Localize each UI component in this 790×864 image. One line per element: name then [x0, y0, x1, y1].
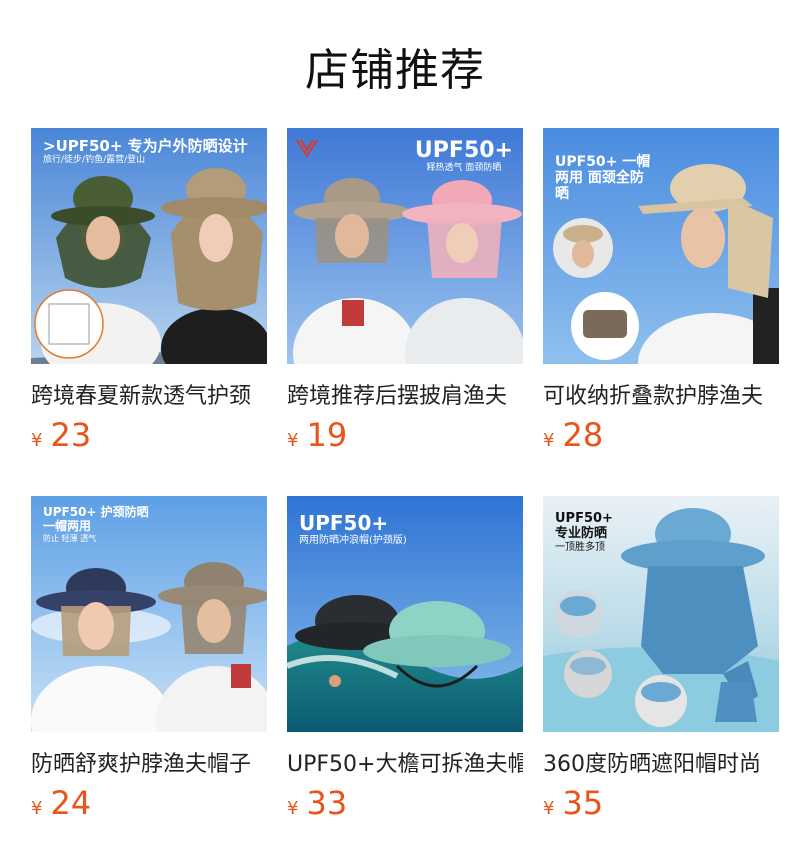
- price-value: 35: [562, 784, 604, 822]
- price-value: 28: [562, 416, 604, 454]
- product-badge-sub: 防止 轻薄 透气: [43, 533, 97, 543]
- currency-symbol: ¥: [543, 430, 555, 451]
- product-price: ¥35: [543, 784, 779, 822]
- product-image[interactable]: UPF50+ 专业防晒 一顶胜多顶: [543, 496, 779, 732]
- price-value: 23: [50, 416, 92, 454]
- product-card[interactable]: UPF50+ 两用防晒冲浪帽(护颈版) UPF50+大檐可拆渔夫帽 ¥33: [287, 496, 523, 822]
- price-value: 24: [50, 784, 92, 822]
- product-price: ¥33: [287, 784, 523, 822]
- section-title: 店铺推荐: [305, 45, 485, 96]
- product-name[interactable]: 跨境春夏新款透气护颈: [31, 378, 267, 410]
- product-image[interactable]: >UPF50+ 专为户外防晒设计 旅行/徒步/钓鱼/露营/登山: [31, 128, 267, 364]
- product-image[interactable]: UPF50+ 护颈防晒 一帽两用 防止 轻薄 透气: [31, 496, 267, 732]
- product-price: ¥23: [31, 416, 267, 454]
- product-name[interactable]: 360度防晒遮阳帽时尚: [543, 746, 779, 778]
- product-badge: UPF50+ 专业防晒: [555, 511, 613, 541]
- product-badge: UPF50+ 一帽两用 面颈全防晒: [555, 154, 651, 203]
- currency-symbol: ¥: [31, 430, 43, 451]
- currency-symbol: ¥: [543, 798, 555, 819]
- currency-symbol: ¥: [287, 430, 299, 451]
- price-value: 19: [306, 416, 348, 454]
- product-badge-sub: 一顶胜多顶: [555, 541, 605, 553]
- product-badge: UPF50+: [414, 138, 513, 163]
- product-card[interactable]: UPF50+ 一帽两用 面颈全防晒 可收纳折叠款护脖渔夫 ¥28: [543, 128, 779, 454]
- product-name[interactable]: 跨境推荐后摆披肩渔夫: [287, 378, 523, 410]
- product-card[interactable]: >UPF50+ 专为户外防晒设计 旅行/徒步/钓鱼/露营/登山 跨境春夏新款透气…: [31, 128, 267, 454]
- product-badge-sub: 两用防晒冲浪帽(护颈版): [299, 535, 407, 546]
- product-image[interactable]: UPF50+ 一帽两用 面颈全防晒: [543, 128, 779, 364]
- price-value: 33: [306, 784, 348, 822]
- product-name[interactable]: UPF50+大檐可拆渔夫帽: [287, 746, 523, 778]
- product-badge: UPF50+ 护颈防晒 一帽两用: [43, 505, 149, 533]
- product-badge-sub: 释热透气 面颈防晒: [426, 163, 502, 174]
- product-card[interactable]: UPF50+ 专业防晒 一顶胜多顶 360度防晒遮阳帽时尚 ¥35: [543, 496, 779, 822]
- currency-symbol: ¥: [31, 798, 43, 819]
- product-badge-sub: 旅行/徒步/钓鱼/露营/登山: [43, 155, 146, 166]
- product-badge: UPF50+: [299, 511, 389, 535]
- product-image[interactable]: UPF50+ 两用防晒冲浪帽(护颈版): [287, 496, 523, 732]
- product-badge: >UPF50+ 专为户外防晒设计: [43, 137, 248, 155]
- product-price: ¥19: [287, 416, 523, 454]
- product-name[interactable]: 防晒舒爽护脖渔夫帽子: [31, 746, 267, 778]
- product-price: ¥28: [543, 416, 779, 454]
- currency-symbol: ¥: [287, 798, 299, 819]
- product-card[interactable]: UPF50+ 护颈防晒 一帽两用 防止 轻薄 透气 防晒舒爽护脖渔夫帽子 ¥24: [31, 496, 267, 822]
- product-price: ¥24: [31, 784, 267, 822]
- product-card[interactable]: UPF50+ 释热透气 面颈防晒 跨境推荐后摆披肩渔夫 ¥19: [287, 128, 523, 454]
- product-name[interactable]: 可收纳折叠款护脖渔夫: [543, 378, 779, 410]
- product-image[interactable]: UPF50+ 释热透气 面颈防晒: [287, 128, 523, 364]
